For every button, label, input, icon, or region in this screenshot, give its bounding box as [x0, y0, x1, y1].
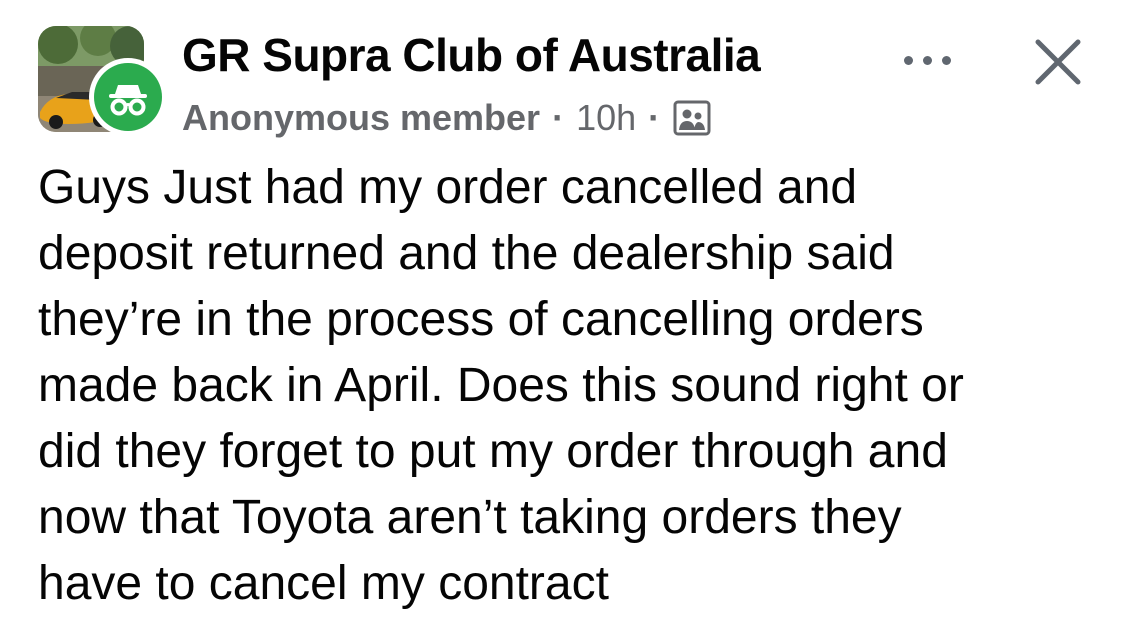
group-audience-icon	[672, 98, 712, 138]
post-body-text: Guys Just had my order cancelled and dep…	[38, 161, 964, 610]
more-options-button[interactable]	[900, 40, 956, 80]
group-name-link[interactable]: GR Supra Club of Australia	[182, 28, 761, 82]
incognito-icon	[109, 85, 147, 116]
post-time[interactable]: 10h	[576, 97, 636, 139]
meta-separator: ·	[552, 97, 565, 138]
close-icon	[1035, 39, 1081, 85]
close-button[interactable]	[1030, 34, 1086, 90]
post-meta: Anonymous member · 10h ·	[182, 96, 712, 140]
more-options-icon	[942, 56, 951, 65]
author-name[interactable]: Anonymous member	[182, 97, 540, 139]
meta-separator: ·	[648, 97, 661, 138]
anonymous-badge	[89, 58, 167, 136]
post-header: GR Supra Club of Australia Anonymous mem…	[0, 0, 1125, 150]
more-options-icon	[904, 56, 913, 65]
more-options-icon	[923, 56, 932, 65]
